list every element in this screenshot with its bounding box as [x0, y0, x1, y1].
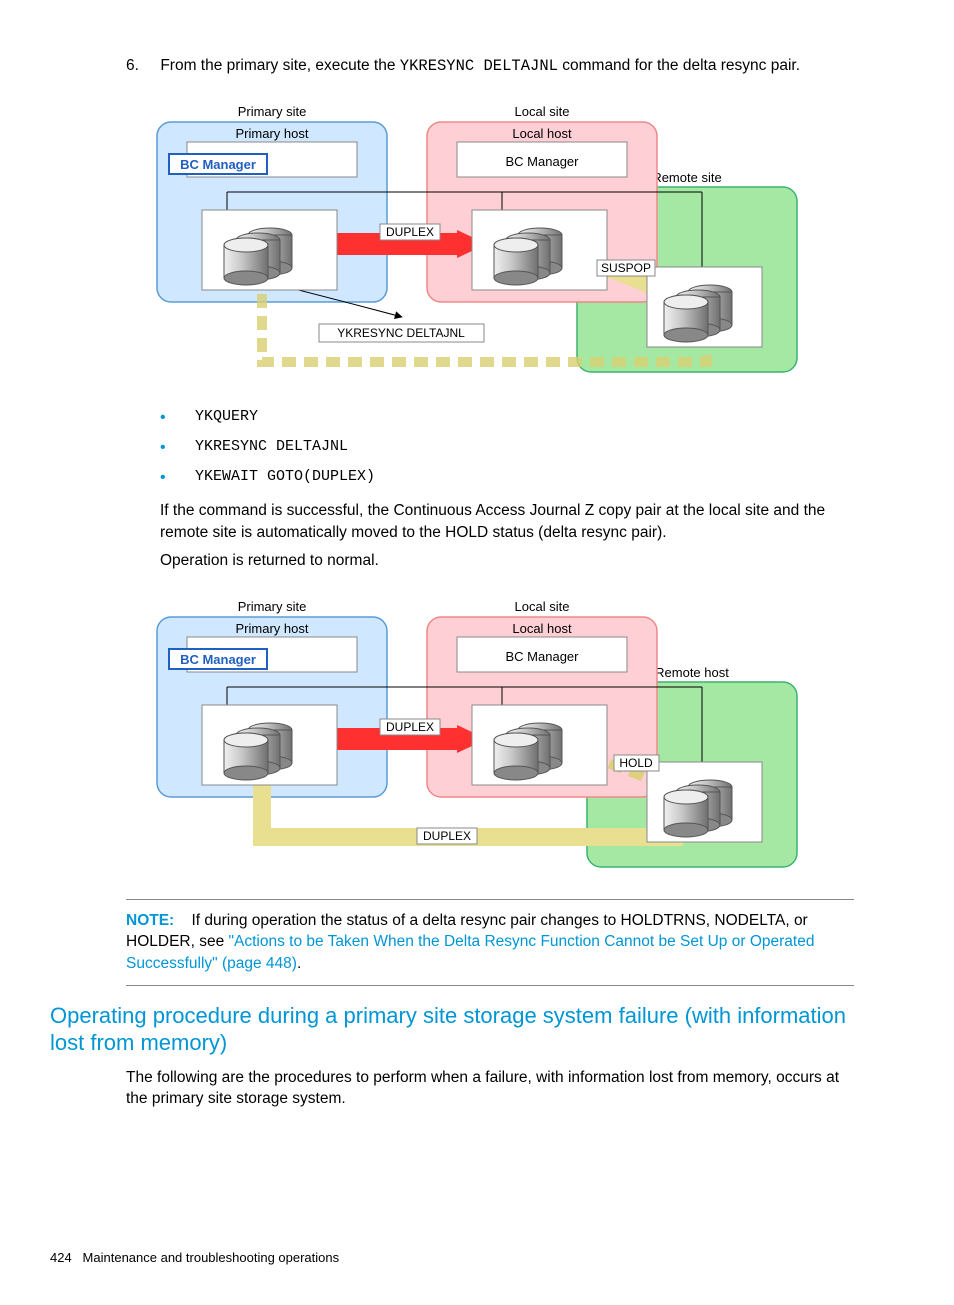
paragraph-3: The following are the procedures to perf…	[126, 1067, 854, 1110]
step-number: 6.	[126, 55, 156, 77]
d1-primary-site-label: Primary site	[238, 104, 307, 119]
d2-local-site-label: Local site	[515, 599, 570, 614]
step-text-pre: From the primary site, execute the	[160, 57, 399, 74]
d1-ykresync-label: YKRESYNC DELTAJNL	[337, 326, 465, 340]
paragraph-2: Operation is returned to normal.	[160, 550, 854, 572]
step-command: YKRESYNC DELTAJNL	[400, 57, 558, 75]
d2-hold-label: HOLD	[619, 756, 653, 770]
paragraph-1: If the command is successful, the Contin…	[160, 500, 854, 543]
bullet-3: YKEWAIT GOTO(DUPLEX)	[160, 462, 904, 492]
bullet-1: YKQUERY	[160, 402, 904, 432]
note-label: NOTE:	[126, 912, 174, 929]
d2-remote-host-label: Remote host	[655, 665, 729, 680]
command-bullets: YKQUERY YKRESYNC DELTAJNL YKEWAIT GOTO(D…	[160, 402, 904, 492]
note-text-post: .	[297, 955, 301, 972]
diagram-1: Remote site Primary site Local site Prim…	[147, 92, 807, 382]
d2-duplex1-label: DUPLEX	[386, 720, 434, 734]
step-text-post: command for the delta resync pair.	[558, 57, 800, 74]
d2-bc-manager-1: BC Manager	[180, 652, 256, 667]
d1-local-site-label: Local site	[515, 104, 570, 119]
d2-primary-host-label: Primary host	[236, 621, 309, 636]
step-6: 6. From the primary site, execute the YK…	[126, 55, 904, 77]
d2-primary-site-label: Primary site	[238, 599, 307, 614]
section-heading: Operating procedure during a primary sit…	[50, 1002, 854, 1057]
d2-duplex2-label: DUPLEX	[423, 829, 471, 843]
page-number: 424	[50, 1250, 72, 1265]
d1-remote-site-label: Remote site	[652, 170, 721, 185]
note-link[interactable]: "Actions to be Taken When the Delta Resy…	[126, 933, 814, 972]
d1-primary-host-label: Primary host	[236, 126, 309, 141]
d1-bc-manager-1: BC Manager	[180, 157, 256, 172]
d1-bc-manager-2: BC Manager	[506, 154, 580, 169]
note-block: NOTE: If during operation the status of …	[126, 899, 854, 986]
d1-suspop-label: SUSPOP	[601, 261, 651, 275]
d1-local-host-label: Local host	[512, 126, 572, 141]
footer-title: Maintenance and troubleshooting operatio…	[83, 1250, 340, 1265]
page-footer: 424 Maintenance and troubleshooting oper…	[50, 1250, 904, 1265]
d2-local-host-label: Local host	[512, 621, 572, 636]
d2-bc-manager-2: BC Manager	[506, 649, 580, 664]
d1-duplex-label: DUPLEX	[386, 225, 434, 239]
diagram-2: Remote host Primary site Local site Prim…	[147, 587, 807, 877]
bullet-2: YKRESYNC DELTAJNL	[160, 432, 904, 462]
